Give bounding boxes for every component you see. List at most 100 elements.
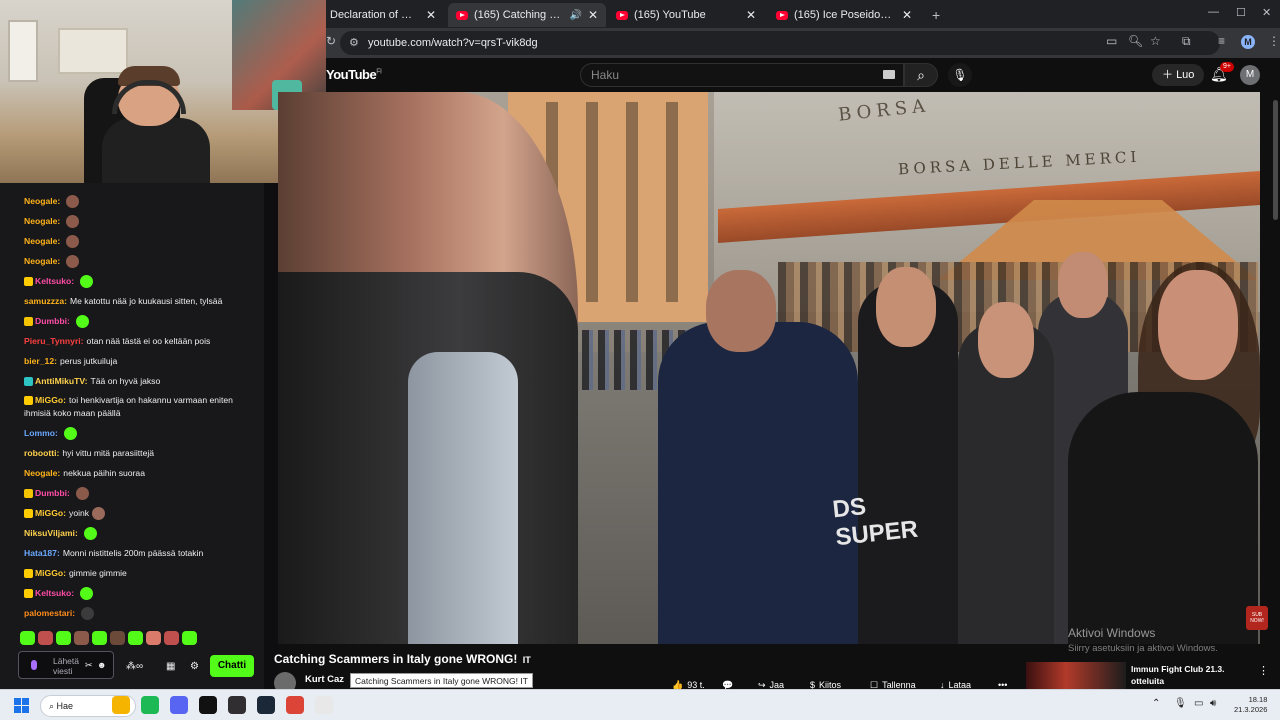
mic-icon[interactable]	[31, 660, 37, 670]
chat-emote-icon	[66, 254, 80, 268]
youtube-avatar[interactable]: M	[1240, 65, 1260, 85]
chat-username[interactable]: Pieru_Tynnyri:	[24, 331, 84, 351]
chat-emote-icon	[83, 526, 97, 540]
recommendation-thumbnail[interactable]	[1026, 662, 1126, 692]
store-icon[interactable]: ▦	[166, 661, 175, 672]
media-control-icon[interactable]: ≡	[1218, 34, 1225, 48]
chat-username[interactable]: Keltsuko:	[35, 271, 74, 291]
bookmark-star-icon[interactable]: ☆	[1150, 34, 1161, 48]
chat-username[interactable]: Hata187:	[24, 543, 60, 563]
tab-catching-scammers[interactable]: (165) Catching Scammers in... 🔊 ✕	[448, 3, 606, 27]
emote-icon[interactable]	[20, 631, 35, 645]
youtube-logo[interactable]: YouTubeFI	[326, 67, 382, 82]
chat-username[interactable]: Keltsuko:	[35, 583, 74, 603]
keyboard-icon[interactable]	[883, 70, 895, 79]
emote-icon[interactable]	[146, 631, 161, 645]
youtube-search-input[interactable]: Haku	[580, 63, 904, 87]
emote-icon[interactable]	[164, 631, 179, 645]
chat-username[interactable]: Neogale:	[24, 231, 60, 251]
chat-placeholder: Lähetä viesti	[53, 656, 79, 676]
close-window-icon[interactable]: ✕	[1262, 6, 1271, 19]
emote-icon[interactable]	[38, 631, 53, 645]
chat-settings-icon[interactable]: ⚙	[190, 661, 199, 672]
chat-username[interactable]: Neogale:	[24, 211, 60, 231]
start-button[interactable]	[14, 698, 29, 713]
site-settings-icon[interactable]: ⚙	[349, 36, 359, 49]
chrome-profile-app[interactable]	[315, 696, 333, 714]
url-field[interactable]: ⚙ youtube.com/watch?v=qrsT-vik8dg	[340, 31, 1220, 55]
x-app[interactable]	[199, 696, 217, 714]
emote-icon[interactable]	[128, 631, 143, 645]
youtube-favicon-icon	[456, 10, 468, 20]
close-tab-icon[interactable]: ✕	[426, 8, 436, 22]
taskbar-clock[interactable]: 18.18 21.3.2026	[1234, 695, 1267, 715]
scene-person	[1068, 392, 1258, 644]
minimize-icon[interactable]: —	[1208, 6, 1219, 18]
chat-username[interactable]: Lommo:	[24, 423, 58, 443]
chat-username[interactable]: MiGGo:	[35, 563, 66, 583]
tab-declaration-of-memes[interactable]: Declaration of Memes Xcssä: "C... ✕	[322, 3, 444, 27]
steam-app[interactable]	[257, 696, 275, 714]
speaker-icon[interactable]: 🔊	[569, 10, 581, 21]
new-tab-button[interactable]: +	[924, 3, 946, 27]
cast-icon[interactable]: ▭	[1106, 34, 1117, 48]
chat-username[interactable]: MiGGo:	[35, 503, 66, 523]
emote-icon[interactable]	[56, 631, 71, 645]
file-explorer-app[interactable]	[112, 696, 130, 714]
emote-icon[interactable]	[92, 631, 107, 645]
recommendation-more-icon[interactable]: ⋮	[1258, 664, 1269, 677]
tray-mic-icon[interactable]: 🎙︎	[1174, 698, 1187, 709]
emote-picker-icon[interactable]: ✂	[85, 660, 93, 671]
emote-icon[interactable]	[74, 631, 89, 645]
notification-badge: 9+	[1220, 62, 1234, 72]
chat-username[interactable]: bier_12:	[24, 351, 57, 371]
points-icon[interactable]: ⁂∞	[126, 661, 143, 672]
close-tab-icon[interactable]: ✕	[902, 8, 912, 22]
chat-username[interactable]: robootti:	[24, 443, 59, 463]
smiley-icon[interactable]: ☻	[97, 660, 106, 670]
chat-input[interactable]: Lähetä viesti ✂ ☻	[18, 651, 114, 679]
spotify-app[interactable]	[141, 696, 159, 714]
emote-icon[interactable]	[182, 631, 197, 645]
chat-scrollbar[interactable]	[264, 183, 278, 688]
chat-username[interactable]: Dumbbi:	[35, 311, 70, 331]
voice-search-button[interactable]: 🎙︎	[948, 63, 972, 87]
extensions-icon[interactable]: ⧉	[1182, 34, 1191, 49]
chat-username[interactable]: palomestari:	[24, 603, 75, 623]
chat-username[interactable]: AnttiMikuTV:	[35, 371, 88, 391]
maximize-icon[interactable]: ☐	[1236, 6, 1246, 19]
tab-ice-poseidon[interactable]: (165) Ice Poseidon MOGS Clavi... ✕	[768, 3, 920, 27]
chat-send-button[interactable]: Chatti	[210, 655, 254, 677]
page-scrollbar[interactable]	[1270, 92, 1280, 695]
close-tab-icon[interactable]: ✕	[588, 8, 598, 22]
browser-menu-icon[interactable]: ⋮	[1268, 34, 1280, 48]
browser-profile-avatar[interactable]: M	[1241, 35, 1255, 49]
create-button[interactable]: ＋ Luo	[1152, 64, 1205, 86]
recommendation-title[interactable]: Immun Fight Club 21.3. otteluita	[1131, 663, 1225, 687]
tab-youtube[interactable]: (165) YouTube ✕	[608, 3, 764, 27]
chat-username[interactable]: Neogale:	[24, 251, 60, 271]
chat-message: MiGGo: gimmie gimmie	[24, 563, 256, 583]
discord-app[interactable]	[170, 696, 188, 714]
chat-username[interactable]: Neogale:	[24, 463, 60, 483]
chat-username[interactable]: MiGGo:	[35, 395, 66, 405]
chat-username[interactable]: NiksuViljami:	[24, 523, 78, 543]
channel-name[interactable]: Kurt Caz	[305, 674, 344, 685]
reload-icon[interactable]: ↻	[326, 34, 336, 48]
obs-app[interactable]	[228, 696, 246, 714]
network-icon[interactable]: ▭	[1194, 698, 1203, 709]
channel-watermark-logo[interactable]: SUB NOW!	[1246, 606, 1268, 630]
chat-username[interactable]: Dumbbi:	[35, 483, 70, 503]
scene-guard	[658, 322, 858, 644]
emote-icon[interactable]	[110, 631, 125, 645]
zoom-icon[interactable]: 🔍︎	[1128, 34, 1143, 48]
tab-title: (165) Ice Poseidon MOGS Clavi...	[794, 9, 896, 21]
chat-username[interactable]: samuzzza:	[24, 291, 67, 311]
volume-icon[interactable]: 🔊︎	[1210, 698, 1216, 709]
search-button[interactable]: ⌕	[904, 63, 938, 87]
video-player[interactable]: BORSA BORSA DELLE MERCI DS SUPER	[278, 92, 1260, 644]
close-tab-icon[interactable]: ✕	[746, 8, 756, 22]
chrome-app[interactable]	[286, 696, 304, 714]
chat-username[interactable]: Neogale:	[24, 191, 60, 211]
tray-chevron-icon[interactable]: ⌃	[1152, 698, 1160, 709]
